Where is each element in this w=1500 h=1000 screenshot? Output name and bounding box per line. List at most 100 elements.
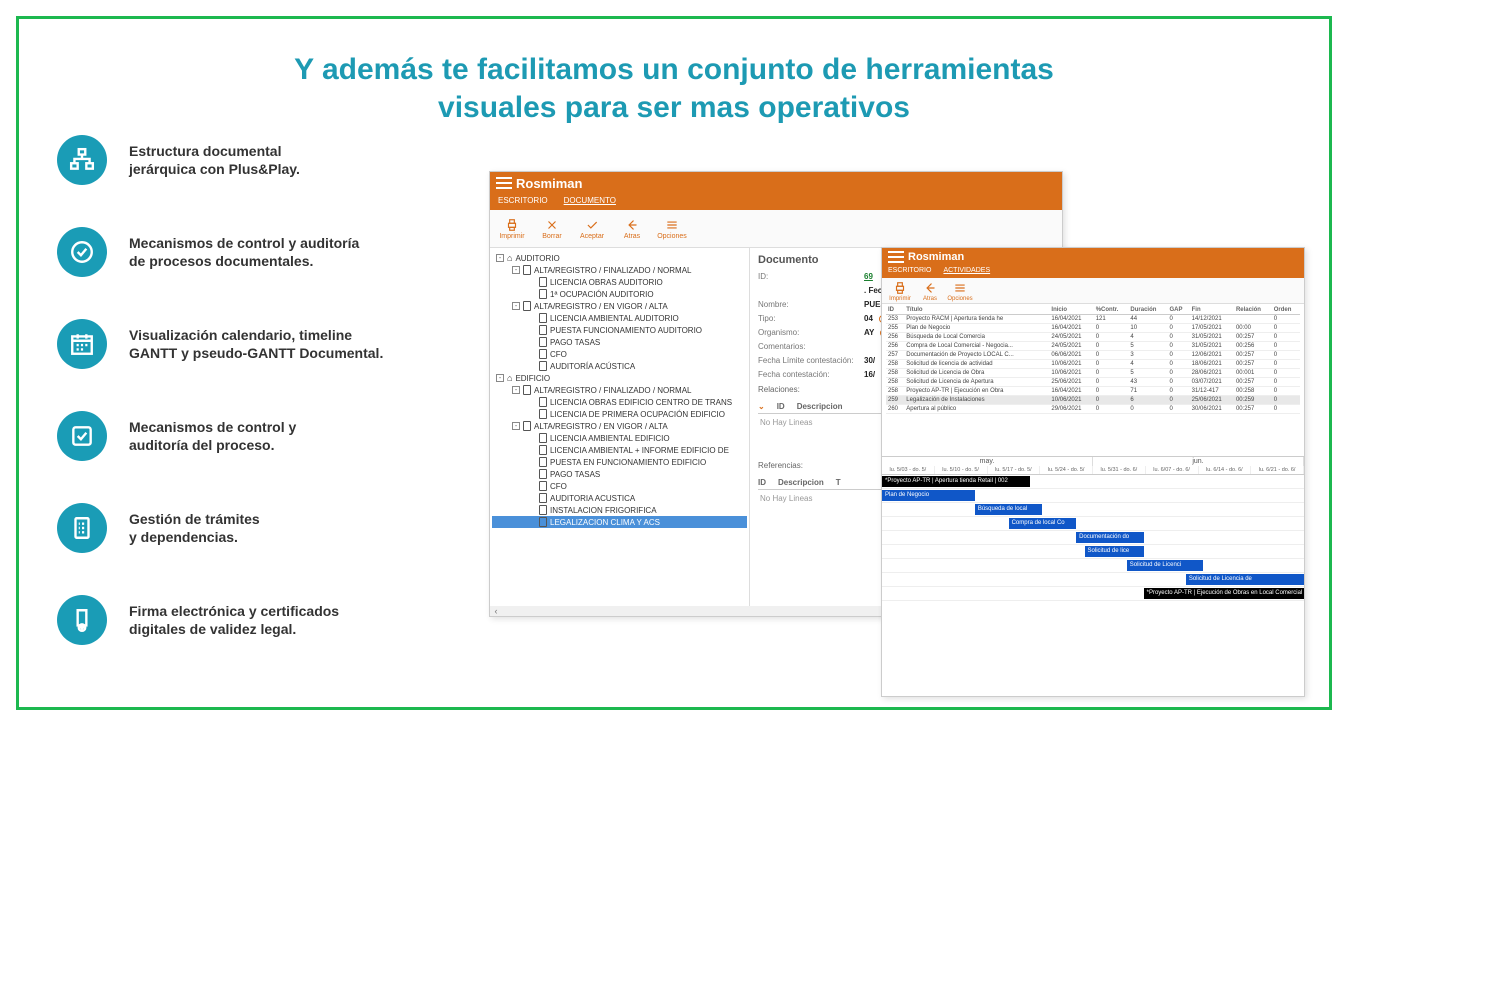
tree-node[interactable]: 1ª OCUPACIÓN AUDITORIO bbox=[492, 288, 747, 300]
gantt-week: lu. 5/17 - do. 5/ bbox=[988, 466, 1041, 474]
gantt-row: Compra de local Co bbox=[882, 517, 1304, 531]
feature-text: Gestión de trámitesy dependencias. bbox=[129, 510, 260, 546]
gantt-week: lu. 6/14 - do. 6/ bbox=[1199, 466, 1252, 474]
table-row[interactable]: 258Solicitud de Licencia de Apertura25/0… bbox=[886, 378, 1300, 387]
tree-node[interactable]: PUESTA FUNCIONAMIENTO AUDITORIO bbox=[492, 324, 747, 336]
tree-node[interactable]: -ALTA/REGISTRO / FINALIZADO / NORMAL bbox=[492, 264, 747, 276]
feature-text: Firma electrónica y certificadosdigitale… bbox=[129, 602, 339, 638]
table-row[interactable]: 259Legalización de Instalaciones10/06/20… bbox=[886, 396, 1300, 405]
feature-icon bbox=[57, 319, 107, 369]
tree-node[interactable]: AUDITORIA ACUSTICA bbox=[492, 492, 747, 504]
screenshots-group: Rosmiman ESCRITORIO DOCUMENTO ImprimirBo… bbox=[489, 171, 1309, 711]
feature-text: Estructura documentaljerárquica con Plus… bbox=[129, 142, 300, 178]
activities-table[interactable]: IDTítuloInicio%Contr.DuraciónGAPFinRelac… bbox=[886, 306, 1300, 414]
gantt-week: lu. 5/10 - do. 5/ bbox=[935, 466, 988, 474]
feature-icon bbox=[57, 411, 107, 461]
table-row[interactable]: 260Apertura al público29/06/202100030/06… bbox=[886, 405, 1300, 414]
gantt-month: may. bbox=[882, 457, 1093, 466]
tree-node[interactable]: LICENCIA AMBIENTAL AUDITORIO bbox=[492, 312, 747, 324]
gantt-bar[interactable]: Solicitud de Licencia de bbox=[1186, 574, 1304, 585]
feature-item: Firma electrónica y certificadosdigitale… bbox=[57, 595, 437, 645]
gantt-row: Solicitud de Licenci bbox=[882, 559, 1304, 573]
tab-escritorio-2[interactable]: ESCRITORIO bbox=[882, 266, 937, 278]
win2-toolbar: Imprimir Atras Opciones bbox=[882, 278, 1304, 304]
tab-documento[interactable]: DOCUMENTO bbox=[556, 194, 624, 210]
tool-atras[interactable]: Atras bbox=[918, 280, 942, 302]
tree-node[interactable]: -ALTA/REGISTRO / EN VIGOR / ALTA bbox=[492, 420, 747, 432]
gantt-row: Documentación do bbox=[882, 531, 1304, 545]
tree-node[interactable]: LICENCIA AMBIENTAL EDIFICIO bbox=[492, 432, 747, 444]
tree-node[interactable]: -ALTA/REGISTRO / EN VIGOR / ALTA bbox=[492, 300, 747, 312]
table-row[interactable]: 257Documentación de Proyecto LOCAL C...0… bbox=[886, 351, 1300, 360]
table-row[interactable]: 258Proyecto AP-TR | Ejecución en Obra16/… bbox=[886, 387, 1300, 396]
tree-node[interactable]: PUESTA EN FUNCIONAMIENTO EDIFICIO bbox=[492, 456, 747, 468]
feature-icon bbox=[57, 503, 107, 553]
gantt-row: Búsqueda de local bbox=[882, 503, 1304, 517]
tool-imprimir[interactable]: Imprimir bbox=[494, 217, 530, 240]
tree-node[interactable]: -ALTA/REGISTRO / FINALIZADO / NORMAL bbox=[492, 384, 747, 396]
tree-node[interactable]: PAGO TASAS bbox=[492, 468, 747, 480]
table-row[interactable]: 253Proyecto RACM | Apertura tienda he16/… bbox=[886, 315, 1300, 324]
feature-icon bbox=[57, 595, 107, 645]
feature-icon bbox=[57, 135, 107, 185]
win1-tabs: ESCRITORIO DOCUMENTO bbox=[490, 194, 1062, 210]
tab-actividades[interactable]: ACTIVIDADES bbox=[937, 266, 996, 278]
tree-node[interactable]: LICENCIA OBRAS AUDITORIO bbox=[492, 276, 747, 288]
tree-node[interactable]: CFO bbox=[492, 480, 747, 492]
tree-node[interactable]: PAGO TASAS bbox=[492, 336, 747, 348]
win1-titlebar: Rosmiman bbox=[490, 172, 1062, 194]
features-list: Estructura documentaljerárquica con Plus… bbox=[57, 135, 437, 687]
tool-imprimir[interactable]: Imprimir bbox=[888, 280, 912, 302]
tree-node[interactable]: INSTALACION FRIGORIFICA bbox=[492, 504, 747, 516]
gantt-bar[interactable]: *Proyecto AP-TR | Ejecución de Obras en … bbox=[1144, 588, 1304, 599]
gantt-chart[interactable]: may.jun. lu. 5/03 - do. 5/lu. 5/10 - do.… bbox=[882, 456, 1304, 601]
win1-toolbar: ImprimirBorrarAceptarAtrasOpciones bbox=[490, 210, 1062, 248]
feature-icon bbox=[57, 227, 107, 277]
table-row[interactable]: 258Solicitud de Licencia de Obra10/06/20… bbox=[886, 369, 1300, 378]
gantt-bar[interactable]: Solicitud de lice bbox=[1085, 546, 1144, 557]
tree-node[interactable]: LICENCIA OBRAS EDIFICIO CENTRO DE TRANS bbox=[492, 396, 747, 408]
gantt-month: jun. bbox=[1093, 457, 1304, 466]
table-row[interactable]: 256Compra de Local Comercial - Negocia..… bbox=[886, 342, 1300, 351]
gantt-bar[interactable]: Documentación do bbox=[1076, 532, 1144, 543]
gantt-row: *Proyecto AP-TR | Ejecución de Obras en … bbox=[882, 587, 1304, 601]
tree-node[interactable]: -⌂AUDITORIO bbox=[492, 252, 747, 264]
gantt-row: Solicitud de Licencia de bbox=[882, 573, 1304, 587]
table-row[interactable]: 255Plan de Negocio16/04/2021010017/05/20… bbox=[886, 324, 1300, 333]
tool-borrar[interactable]: Borrar bbox=[534, 217, 570, 240]
gantt-row: *Proyecto AP-TR | Apertura tienda Retail… bbox=[882, 475, 1304, 489]
win2-tabs: ESCRITORIO ACTIVIDADES bbox=[882, 266, 1304, 278]
tool-atras[interactable]: Atras bbox=[614, 217, 650, 240]
gantt-bar[interactable]: Búsqueda de local bbox=[975, 504, 1043, 515]
feature-item: Mecanismos de control yauditoría del pro… bbox=[57, 411, 437, 461]
tree-node[interactable]: LICENCIA AMBIENTAL + INFORME EDIFICIO DE bbox=[492, 444, 747, 456]
tool-opciones[interactable]: Opciones bbox=[948, 280, 972, 302]
tree-node[interactable]: AUDITORÍA ACÚSTICA bbox=[492, 360, 747, 372]
feature-item: Visualización calendario, timelineGANTT … bbox=[57, 319, 437, 369]
gantt-week: lu. 5/03 - do. 5/ bbox=[882, 466, 935, 474]
gantt-bar[interactable]: *Proyecto AP-TR | Apertura tienda Retail… bbox=[882, 476, 1030, 487]
gantt-week: lu. 5/24 - do. 5/ bbox=[1040, 466, 1093, 474]
tree-node[interactable]: LEGALIZACION CLIMA Y ACS bbox=[492, 516, 747, 528]
feature-text: Mecanismos de control yauditoría del pro… bbox=[129, 418, 296, 454]
win2-titlebar: Rosmiman bbox=[882, 248, 1304, 266]
gantt-bar[interactable]: Compra de local Co bbox=[1009, 518, 1077, 529]
gantt-week: lu. 6/21 - do. 6/ bbox=[1251, 466, 1304, 474]
feature-text: Visualización calendario, timelineGANTT … bbox=[129, 326, 383, 362]
tree-node[interactable]: -⌂EDIFICIO bbox=[492, 372, 747, 384]
tab-escritorio[interactable]: ESCRITORIO bbox=[490, 194, 556, 210]
tree-node[interactable]: LICENCIA DE PRIMERA OCUPACIÓN EDIFICIO bbox=[492, 408, 747, 420]
gantt-bar[interactable]: Plan de Negocio bbox=[882, 490, 975, 501]
gantt-row: Solicitud de lice bbox=[882, 545, 1304, 559]
menu-icon[interactable] bbox=[496, 177, 512, 189]
gantt-row: Plan de Negocio bbox=[882, 489, 1304, 503]
table-row[interactable]: 258Solicitud de licencia de actividad10/… bbox=[886, 360, 1300, 369]
tool-opciones[interactable]: Opciones bbox=[654, 217, 690, 240]
gantt-bar[interactable]: Solicitud de Licenci bbox=[1127, 560, 1203, 571]
headline: Y además te facilitamos un conjunto de h… bbox=[19, 51, 1329, 126]
table-row[interactable]: 256Búsqueda de Local Comercia24/05/20210… bbox=[886, 333, 1300, 342]
tree-node[interactable]: CFO bbox=[492, 348, 747, 360]
tool-aceptar[interactable]: Aceptar bbox=[574, 217, 610, 240]
tree-pane[interactable]: -⌂AUDITORIO-ALTA/REGISTRO / FINALIZADO /… bbox=[490, 248, 750, 616]
menu-icon[interactable] bbox=[888, 251, 904, 263]
